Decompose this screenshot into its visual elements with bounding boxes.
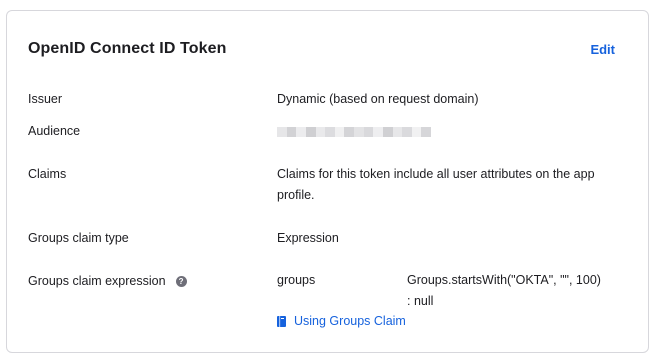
claims-label: Claims: [28, 167, 67, 181]
card-title: OpenID Connect ID Token: [28, 40, 227, 57]
groups-claim-type-value: Expression: [277, 231, 339, 245]
audience-value-redacted: [277, 127, 431, 137]
groups-claim-name: groups: [277, 273, 316, 287]
audience-label: Audience: [28, 124, 81, 138]
issuer-label: Issuer: [28, 92, 63, 106]
using-groups-claim-label: Using Groups Claim: [294, 314, 406, 328]
groups-claim-expression-label-row: Groups claim expression ?: [28, 274, 187, 288]
using-groups-claim-link[interactable]: Using Groups Claim: [277, 314, 406, 328]
book-icon: [277, 315, 286, 327]
groups-claim-expression-label: Groups claim expression: [28, 274, 166, 288]
edit-button[interactable]: Edit: [590, 42, 615, 57]
groups-claim-expression-value: Groups.startsWith("OKTA", "", 100) : nul…: [407, 273, 601, 308]
groups-claim-type-label: Groups claim type: [28, 231, 129, 245]
question-circle-icon[interactable]: ?: [175, 275, 187, 287]
issuer-value: Dynamic (based on request domain): [277, 92, 479, 106]
id-token-card: OpenID Connect ID Token Edit Issuer Dyna…: [6, 10, 649, 353]
claims-value: Claims for this token include all user a…: [277, 167, 595, 202]
